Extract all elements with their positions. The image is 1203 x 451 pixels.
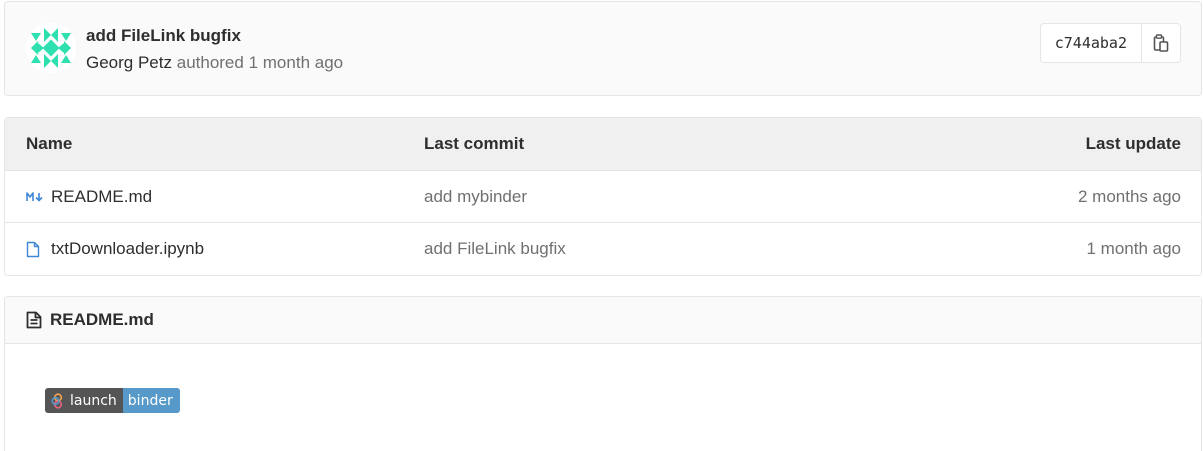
- file-link-notebook[interactable]: txtDownloader.ipynb: [51, 239, 204, 259]
- repository-page: add FileLink bugfix Georg Petz authored …: [0, 0, 1203, 451]
- readme-title[interactable]: README.md: [50, 310, 154, 330]
- author-avatar[interactable]: [26, 23, 76, 73]
- markdown-icon: [26, 188, 46, 206]
- last-update-time: 1 month ago: [1086, 239, 1181, 258]
- file-name-cell: txtDownloader.ipynb: [26, 239, 204, 259]
- badge-left-segment: launch: [45, 388, 123, 413]
- file-tree-table: Name Last commit Last update README.md a…: [4, 117, 1202, 276]
- column-header-name: Name: [26, 134, 73, 153]
- commit-sha[interactable]: c744aba2: [1039, 23, 1141, 63]
- launch-binder-badge[interactable]: launch binder: [45, 388, 180, 413]
- readme-panel: README.md launch binder: [4, 296, 1202, 451]
- commit-meta: Georg Petz authored 1 month ago: [86, 53, 343, 73]
- table-row[interactable]: txtDownloader.ipynb add FileLink bugfix …: [5, 223, 1201, 275]
- column-header-last-commit: Last commit: [424, 134, 525, 153]
- clipboard-icon: [1153, 34, 1169, 52]
- identicon-icon: [26, 23, 76, 73]
- badge-right-segment: binder: [122, 388, 180, 413]
- authored-label: authored: [176, 53, 244, 72]
- commit-sha-group: c744aba2: [1039, 23, 1181, 63]
- table-header: Name Last commit Last update: [5, 118, 1201, 171]
- table-row[interactable]: README.md add mybinder 2 months ago: [5, 171, 1201, 223]
- binder-logo-icon: [51, 392, 63, 409]
- last-commit-panel: add FileLink bugfix Georg Petz authored …: [4, 1, 1202, 96]
- file-text-icon: [26, 311, 44, 329]
- commit-title-link[interactable]: add FileLink bugfix: [86, 26, 241, 46]
- file-link-readme[interactable]: README.md: [51, 187, 152, 207]
- readme-header: README.md: [5, 297, 1201, 344]
- last-update-time: 2 months ago: [1077, 186, 1181, 206]
- last-commit-link[interactable]: add FileLink bugfix: [424, 239, 566, 259]
- badge-right-text: binder: [127, 392, 173, 409]
- file-name-cell: README.md: [26, 187, 152, 207]
- commit-author-link[interactable]: Georg Petz: [86, 53, 172, 72]
- column-header-last-update: Last update: [1085, 134, 1181, 153]
- file-icon: [26, 240, 46, 258]
- last-commit-link[interactable]: add mybinder: [424, 187, 527, 207]
- copy-sha-button[interactable]: [1141, 23, 1181, 63]
- commit-time: 1 month ago: [248, 53, 344, 72]
- badge-left-text: launch: [70, 392, 117, 409]
